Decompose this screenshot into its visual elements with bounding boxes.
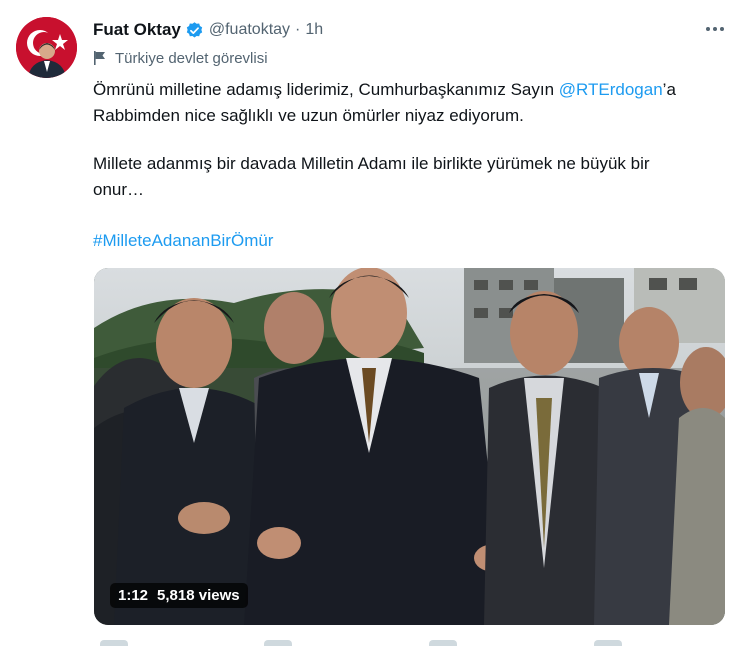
action-bar-partial (94, 632, 725, 646)
tweet-timestamp[interactable]: 1h (305, 21, 323, 39)
author-name[interactable]: Fuat Oktay (93, 20, 181, 40)
video-views: 5,818 views (157, 587, 240, 604)
hashtag-link[interactable]: #MilleteAdananBirÖmür (93, 231, 273, 250)
avatar[interactable] (16, 17, 77, 78)
video-player[interactable] (94, 268, 725, 625)
separator-dot: · (295, 21, 301, 38)
government-label-text: Türkiye devlet görevlisi (115, 49, 268, 67)
tweet-text-line: Rabbimden nice sağlıklı ve uzun ömürler … (93, 106, 524, 125)
tweet[interactable]: Fuat Oktay @fuatoktay · 1h Türkiye devle… (0, 0, 740, 646)
author-handle[interactable]: @fuatoktay (209, 21, 290, 39)
tweet-text-line: Ömrünü milletine adamış liderimiz, Cumhu… (93, 77, 723, 103)
like-icon[interactable] (429, 640, 457, 646)
tweet-text-paragraph-3: #MilleteAdananBirÖmür (93, 228, 723, 254)
tweet-text-segment: ’a (662, 80, 676, 99)
verified-badge-icon (185, 21, 204, 40)
retweet-icon[interactable] (264, 640, 292, 646)
tweet-text-segment: Ömrünü milletine adamış liderimiz, Cumhu… (93, 80, 559, 99)
flag-icon (93, 50, 107, 66)
video-stats-badge: 1:12 5,818 views (110, 583, 248, 608)
share-icon[interactable] (594, 640, 622, 646)
tweet-header: Fuat Oktay @fuatoktay · 1h (93, 18, 323, 42)
tweet-text-paragraph-1: Ömrünü milletine adamış liderimiz, Cumhu… (93, 77, 723, 129)
tweet-text-line: onur… (93, 180, 145, 199)
government-label[interactable]: Türkiye devlet görevlisi (93, 47, 268, 69)
reply-icon[interactable] (100, 640, 128, 646)
tweet-text-paragraph-2: Millete adanmış bir davada Milletin Adam… (93, 151, 723, 203)
mention-link[interactable]: @RTErdogan (559, 80, 663, 99)
tweet-text-line: Millete adanmış bir davada Milletin Adam… (93, 154, 650, 173)
video-duration: 1:12 (118, 587, 149, 604)
more-options-icon[interactable] (698, 16, 732, 42)
